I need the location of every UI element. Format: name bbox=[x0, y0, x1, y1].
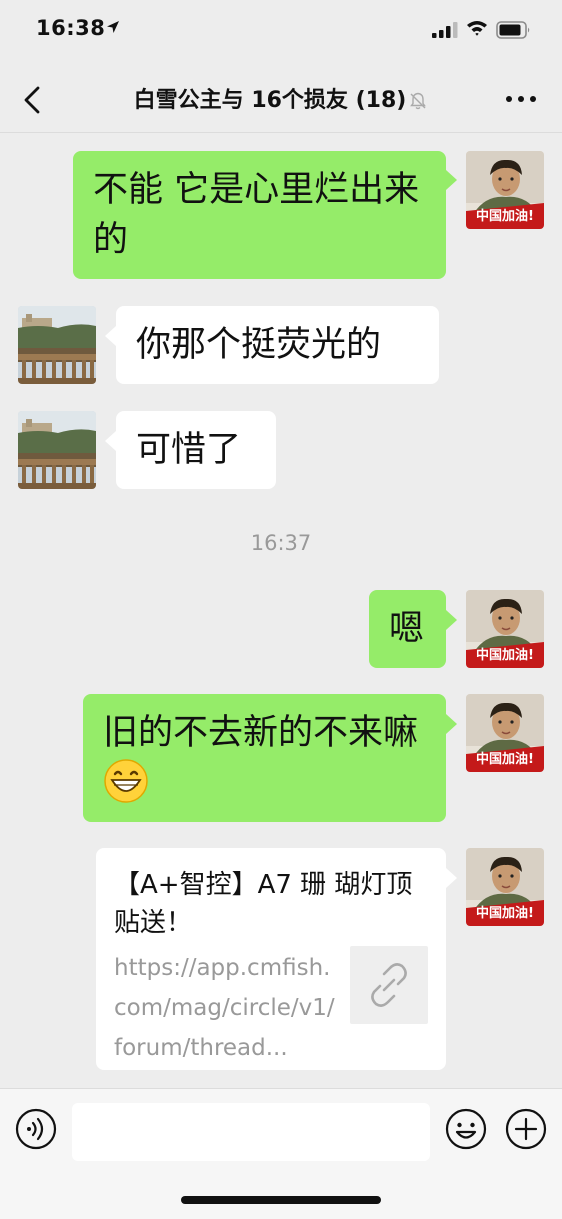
battery-icon bbox=[496, 21, 530, 39]
bubble-tail bbox=[446, 868, 457, 888]
bubble-tail bbox=[105, 431, 116, 451]
link-thumbnail bbox=[350, 946, 428, 1024]
time-separator: 16:37 bbox=[250, 531, 312, 555]
home-indicator bbox=[181, 1196, 381, 1204]
chat-title: 白雪公主与 16个损友 (18) bbox=[0, 82, 562, 114]
my-avatar[interactable]: 中国加油! bbox=[466, 848, 544, 926]
avatar-badge-text: 中国加油! bbox=[476, 906, 534, 921]
my-avatar[interactable]: 中国加油! bbox=[466, 590, 544, 668]
message-text: 嗯 bbox=[389, 609, 425, 649]
grinning-emoji-icon bbox=[104, 759, 148, 803]
chat-header: 白雪公主与 16个损友 (18) bbox=[0, 62, 562, 133]
link-card-message[interactable]: 【A+智控】A7 珊 瑚灯顶贴送！ https://app.cmfish.com… bbox=[96, 848, 446, 1070]
sender-avatar[interactable] bbox=[18, 411, 96, 489]
my-avatar[interactable]: 中国加油! bbox=[466, 694, 544, 772]
message-bubble-sent[interactable]: 不能 它是心里烂出来的 bbox=[73, 151, 446, 279]
message-bubble-received[interactable]: 可惜了 bbox=[116, 411, 276, 489]
link-card-title: 【A+智控】A7 珊 瑚灯顶贴送！ bbox=[114, 870, 413, 938]
link-card-url: https://app.cmfish.com/mag/circle/v1/for… bbox=[114, 955, 335, 1061]
sender-avatar[interactable] bbox=[18, 306, 96, 384]
bubble-tail bbox=[446, 170, 457, 190]
avatar-badge-text: 中国加油! bbox=[476, 648, 534, 663]
more-functions-plus-icon[interactable] bbox=[504, 1107, 548, 1151]
status-bar: 16:38 bbox=[0, 0, 562, 62]
message-text: 不能 它是心里烂出来的 bbox=[93, 170, 420, 260]
bubble-tail bbox=[105, 326, 116, 346]
message-text: 可惜了 bbox=[136, 430, 242, 470]
chat-title-text: 白雪公主与 16个损友 (18) bbox=[133, 88, 407, 113]
my-avatar[interactable]: 中国加油! bbox=[466, 151, 544, 229]
wifi-icon bbox=[467, 21, 487, 36]
more-options-icon[interactable] bbox=[498, 84, 544, 114]
location-arrow-icon bbox=[107, 21, 119, 33]
message-input[interactable] bbox=[72, 1103, 430, 1161]
message-bubble-sent[interactable]: 嗯 bbox=[369, 590, 446, 668]
message-bubble-received[interactable]: 你那个挺荧光的 bbox=[116, 306, 439, 384]
message-bubble-sent[interactable]: 旧的不去新的不来嘛 bbox=[83, 694, 446, 822]
voice-input-icon[interactable] bbox=[14, 1107, 58, 1151]
status-time: 16:38 bbox=[36, 16, 106, 40]
avatar-badge-text: 中国加油! bbox=[476, 752, 534, 767]
link-icon bbox=[371, 963, 407, 1007]
bubble-tail bbox=[446, 714, 457, 734]
mute-bell-icon bbox=[410, 92, 427, 110]
bubble-tail bbox=[446, 610, 457, 630]
emoji-picker-icon[interactable] bbox=[444, 1107, 488, 1151]
avatar-badge-text: 中国加油! bbox=[476, 209, 534, 224]
message-text: 旧的不去新的不来嘛 bbox=[103, 713, 419, 753]
cellular-signal-icon bbox=[432, 22, 458, 38]
message-text: 你那个挺荧光的 bbox=[136, 325, 382, 365]
